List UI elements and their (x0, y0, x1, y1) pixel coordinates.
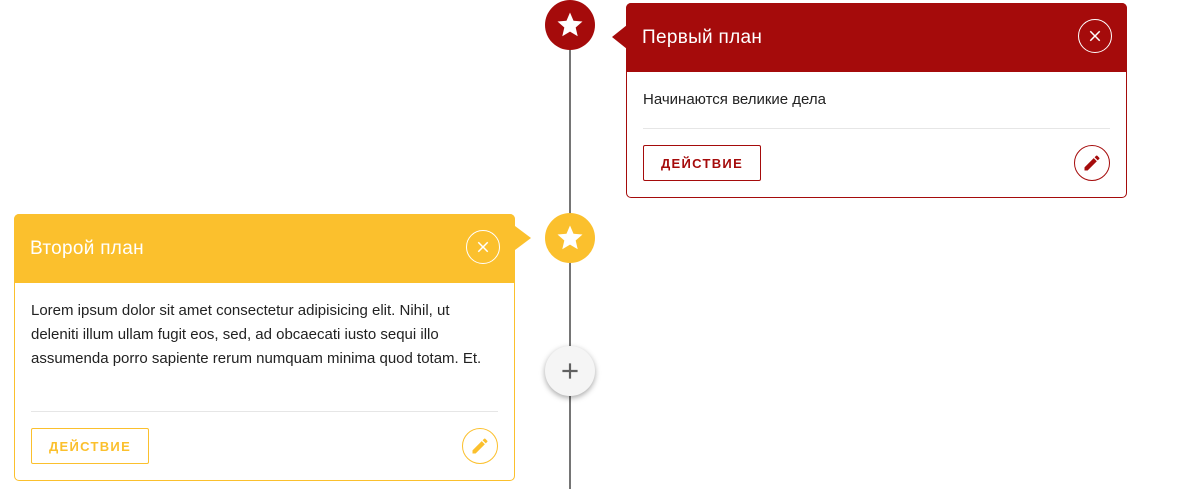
pencil-icon (1084, 155, 1100, 171)
timeline-card-2: Второй план Lorem ipsum dolor sit amet c… (14, 214, 531, 481)
card-body: Начинаются великие дела (643, 91, 826, 108)
timeline-node-1 (545, 0, 595, 50)
card-pointer (515, 226, 531, 250)
pencil-icon (472, 438, 488, 454)
card-header: Первый план (626, 3, 1127, 72)
star-icon (557, 12, 583, 37)
card-header: Второй план (14, 214, 515, 283)
card-divider (31, 411, 498, 412)
close-icon (477, 241, 489, 253)
card-body: Lorem ipsum dolor sit amet consectetur a… (31, 302, 482, 367)
star-icon (557, 225, 583, 250)
plus-icon (562, 363, 578, 379)
edit-button[interactable] (1074, 145, 1110, 181)
action-button[interactable]: ДЕЙСТВИЕ (31, 428, 149, 464)
add-timeline-item-button[interactable] (545, 346, 595, 396)
close-button[interactable] (1078, 19, 1112, 53)
action-button[interactable]: ДЕЙСТВИЕ (643, 145, 761, 181)
card-title: Первый план (642, 26, 763, 48)
timeline-page: Первый план Начинаются великие дела ДЕЙС… (0, 0, 1191, 489)
card-divider (643, 128, 1110, 129)
card-title: Второй план (30, 237, 144, 259)
close-icon (1089, 30, 1101, 42)
card-pointer (612, 25, 627, 49)
timeline-node-2 (545, 213, 595, 263)
edit-button[interactable] (462, 428, 498, 464)
timeline-card-1: Первый план Начинаются великие дела ДЕЙС… (612, 3, 1127, 198)
close-button[interactable] (466, 230, 500, 264)
